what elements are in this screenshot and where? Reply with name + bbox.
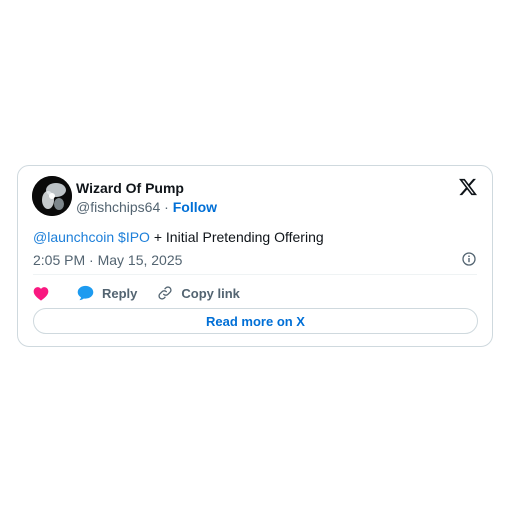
read-more-button[interactable]: Read more on X <box>33 308 478 334</box>
author-block: Wizard Of Pump @fishchips64 · Follow <box>76 178 217 217</box>
follow-button[interactable]: Follow <box>173 199 217 215</box>
tweet-embed-card: Wizard Of Pump @fishchips64 · Follow @la… <box>17 165 493 347</box>
tweet-text: @launchcoin $IPO + Initial Pretending Of… <box>33 227 324 247</box>
reply-button[interactable]: Reply <box>77 285 137 301</box>
heart-icon <box>33 286 49 301</box>
copy-link-label: Copy link <box>181 285 240 301</box>
action-bar: Reply Copy link <box>33 282 240 304</box>
like-button[interactable] <box>33 286 49 301</box>
copy-link-button[interactable]: Copy link <box>157 285 240 301</box>
avatar[interactable] <box>32 176 72 216</box>
tweet-text-body: + Initial Pretending Offering <box>153 229 324 245</box>
divider <box>33 274 477 275</box>
separator-dot: · <box>164 199 169 215</box>
author-meta: @fishchips64 · Follow <box>76 197 217 217</box>
reply-label: Reply <box>102 285 138 301</box>
link-icon <box>158 286 173 300</box>
avatar-image <box>32 176 72 216</box>
cashtag-link[interactable]: $IPO <box>118 229 150 245</box>
mention-link[interactable]: @launchcoin <box>33 229 114 245</box>
author-name[interactable]: Wizard Of Pump <box>76 178 217 198</box>
speech-bubble-icon <box>77 285 94 301</box>
timestamp-link[interactable]: 2:05 PM · May 15, 2025 <box>33 250 182 270</box>
author-handle[interactable]: @fishchips64 <box>76 199 160 215</box>
info-icon[interactable] <box>462 252 476 266</box>
x-logo-icon[interactable] <box>458 177 478 197</box>
